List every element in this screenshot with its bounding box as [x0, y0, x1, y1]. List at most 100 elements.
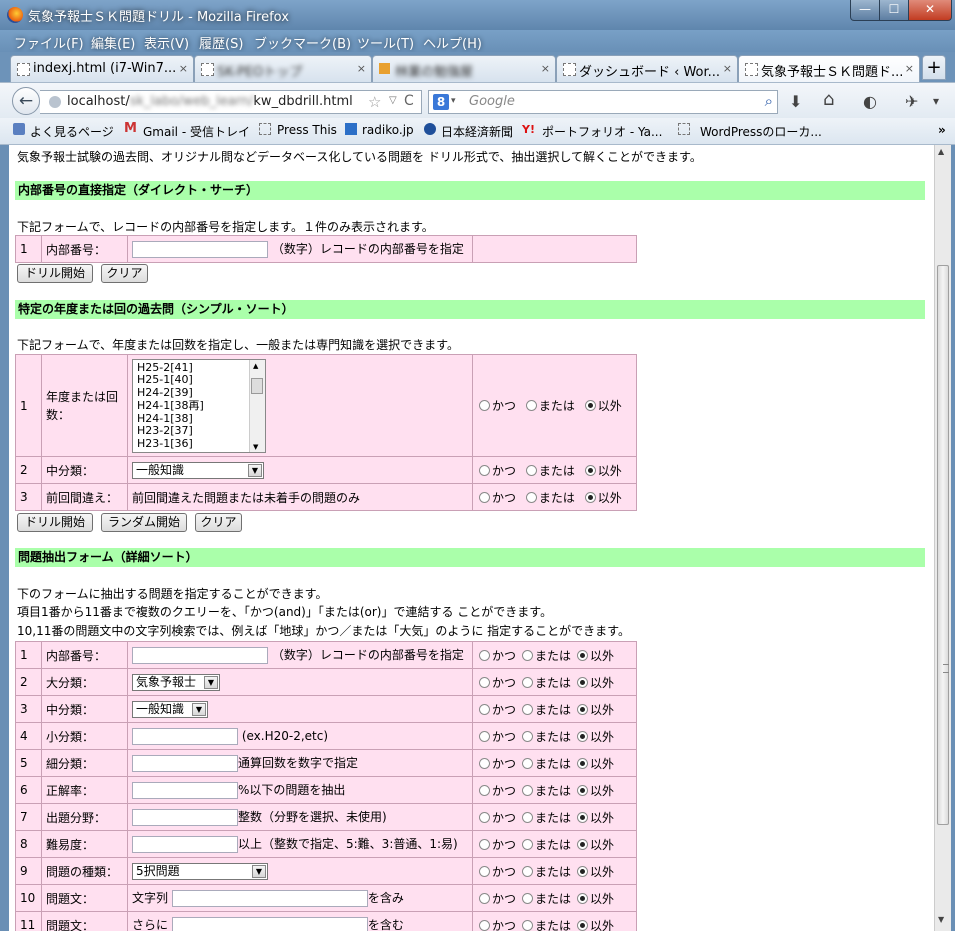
- radio-and[interactable]: [479, 865, 490, 877]
- list-item[interactable]: H24-1[38再]: [137, 399, 204, 413]
- tab-dashboard[interactable]: ダッシュボード ‹ Wor... ×: [556, 55, 738, 82]
- detail-category-input[interactable]: [132, 755, 238, 772]
- scroll-down-icon[interactable]: ▼: [253, 443, 258, 451]
- search-bar[interactable]: 8 ▾ Google ⌕: [428, 90, 778, 114]
- radio-not[interactable]: [577, 838, 589, 850]
- radio-and[interactable]: [479, 676, 490, 688]
- bookmark-portfolio[interactable]: ポートフォリオ - Ya...: [542, 123, 662, 140]
- tab-close-icon[interactable]: ×: [179, 62, 188, 75]
- list-item[interactable]: H23-1[36]: [137, 437, 204, 451]
- tab-close-icon[interactable]: ×: [357, 62, 366, 75]
- radio-and[interactable]: [479, 757, 490, 769]
- bookmark-radiko[interactable]: radiko.jp: [362, 123, 414, 137]
- radio-and[interactable]: [479, 730, 490, 742]
- scroll-up-icon[interactable]: ▲: [253, 362, 258, 370]
- radio-not[interactable]: [577, 730, 589, 742]
- radio-not[interactable]: [577, 703, 589, 715]
- download-icon[interactable]: ⬇: [789, 92, 802, 111]
- new-tab-button[interactable]: +: [922, 55, 946, 80]
- drill-start-button[interactable]: ドリル開始: [17, 264, 93, 283]
- menu-history[interactable]: 履歴(S): [199, 33, 243, 52]
- bookmark-star-icon[interactable]: ☆: [368, 93, 381, 111]
- toolbar-menu-icon[interactable]: ▾: [933, 94, 939, 108]
- url-dropdown-icon[interactable]: ▽: [389, 95, 397, 106]
- radio-or[interactable]: [525, 400, 537, 411]
- back-button[interactable]: ←: [12, 87, 40, 115]
- google-icon[interactable]: 8: [433, 94, 449, 110]
- radio-or[interactable]: [522, 703, 534, 715]
- radio-or[interactable]: [522, 919, 534, 931]
- radio-not[interactable]: [584, 400, 596, 411]
- radio-or[interactable]: [525, 464, 537, 476]
- maximize-button[interactable]: ☐: [879, 0, 909, 21]
- drill-start-button[interactable]: ドリル開始: [17, 513, 93, 532]
- radio-and[interactable]: [479, 811, 490, 823]
- bookmark-nikkei[interactable]: 日本経済新聞: [441, 123, 513, 140]
- listbox-scrollbar[interactable]: ▲ ▼: [249, 359, 265, 452]
- radio-not[interactable]: [584, 491, 596, 503]
- sync-icon[interactable]: ◐: [863, 92, 877, 111]
- radio-or[interactable]: [522, 676, 534, 688]
- tab-indexj[interactable]: indexj.html (i7-Win7... ×: [10, 55, 194, 82]
- list-item[interactable]: H24-2[39]: [137, 386, 204, 400]
- radio-or[interactable]: [522, 811, 534, 823]
- radio-not[interactable]: [577, 676, 589, 688]
- radio-not[interactable]: [584, 464, 596, 476]
- bookmark-press-this[interactable]: Press This: [277, 123, 337, 137]
- tab-sk-peo[interactable]: SK-PEOトップ ×: [194, 55, 372, 82]
- random-start-button[interactable]: ランダム開始: [101, 513, 187, 532]
- radio-and[interactable]: [479, 892, 490, 904]
- url-text[interactable]: localhost/sk_labo/web_learn/kw_dbdrill.h…: [67, 94, 353, 109]
- menu-bookmarks[interactable]: ブックマーク(B): [254, 33, 351, 52]
- question-type-select[interactable]: 5択問題 ▼: [132, 862, 268, 880]
- radio-or[interactable]: [522, 865, 534, 877]
- radio-and[interactable]: [479, 703, 490, 715]
- radio-and[interactable]: [479, 919, 490, 931]
- subcategory-input[interactable]: [132, 727, 238, 745]
- year-listbox[interactable]: H25-2[41] H25-1[40] H24-2[39] H24-1[38再]…: [132, 358, 266, 453]
- reload-icon[interactable]: C: [404, 93, 414, 109]
- radio-not[interactable]: [577, 649, 589, 661]
- clear-button[interactable]: クリア: [101, 264, 148, 283]
- menu-help[interactable]: ヘルプ(H): [423, 33, 482, 52]
- page-scrollbar[interactable]: ▲ ▼: [934, 145, 951, 931]
- field-input[interactable]: [132, 809, 238, 826]
- radio-not[interactable]: [577, 811, 589, 823]
- major-category-select[interactable]: 気象予報士 ▼: [132, 673, 220, 691]
- menu-edit[interactable]: 編集(E): [91, 33, 135, 52]
- category-select[interactable]: 一般知識 ▼: [132, 461, 264, 479]
- search-icon[interactable]: ⌕: [765, 92, 773, 110]
- bookmark-most-visited[interactable]: よく見るページ: [30, 123, 114, 140]
- radio-and[interactable]: [479, 464, 490, 476]
- radio-not[interactable]: [577, 865, 589, 877]
- accuracy-rate-input[interactable]: [132, 782, 238, 799]
- radio-or[interactable]: [522, 784, 534, 796]
- radio-not[interactable]: [577, 919, 589, 931]
- bookmarks-overflow-icon[interactable]: »: [938, 123, 946, 137]
- scroll-down-icon[interactable]: ▼: [938, 915, 944, 924]
- search-engine-dropdown-icon[interactable]: ▾: [451, 96, 456, 106]
- minimize-button[interactable]: —: [850, 0, 880, 21]
- record-id-input[interactable]: [132, 647, 268, 664]
- difficulty-input[interactable]: [132, 836, 238, 853]
- addon-icon[interactable]: ✈: [905, 92, 918, 111]
- close-window-button[interactable]: ✕: [908, 0, 952, 21]
- bookmark-gmail[interactable]: Gmail - 受信トレイ: [143, 123, 250, 140]
- tab-sk-drill[interactable]: 気象予報士ＳＫ問題ド... ×: [738, 55, 920, 82]
- menu-tools[interactable]: ツール(T): [357, 33, 414, 52]
- radio-or[interactable]: [522, 649, 534, 661]
- scroll-thumb[interactable]: [937, 265, 949, 825]
- record-id-input[interactable]: [132, 241, 268, 258]
- text-search-input-2[interactable]: [171, 917, 368, 931]
- category-select[interactable]: 一般知識 ▼: [132, 700, 208, 718]
- radio-and[interactable]: [479, 838, 490, 850]
- radio-or[interactable]: [522, 757, 534, 769]
- radio-and[interactable]: [479, 491, 490, 503]
- tab-close-icon[interactable]: ×: [723, 62, 732, 75]
- radio-or[interactable]: [525, 491, 537, 503]
- scroll-thumb[interactable]: [251, 377, 263, 394]
- radio-not[interactable]: [577, 757, 589, 769]
- tab-close-icon[interactable]: ×: [905, 62, 914, 75]
- scroll-up-icon[interactable]: ▲: [938, 147, 944, 156]
- url-bar[interactable]: localhost/sk_labo/web_learn/kw_dbdrill.h…: [40, 90, 422, 114]
